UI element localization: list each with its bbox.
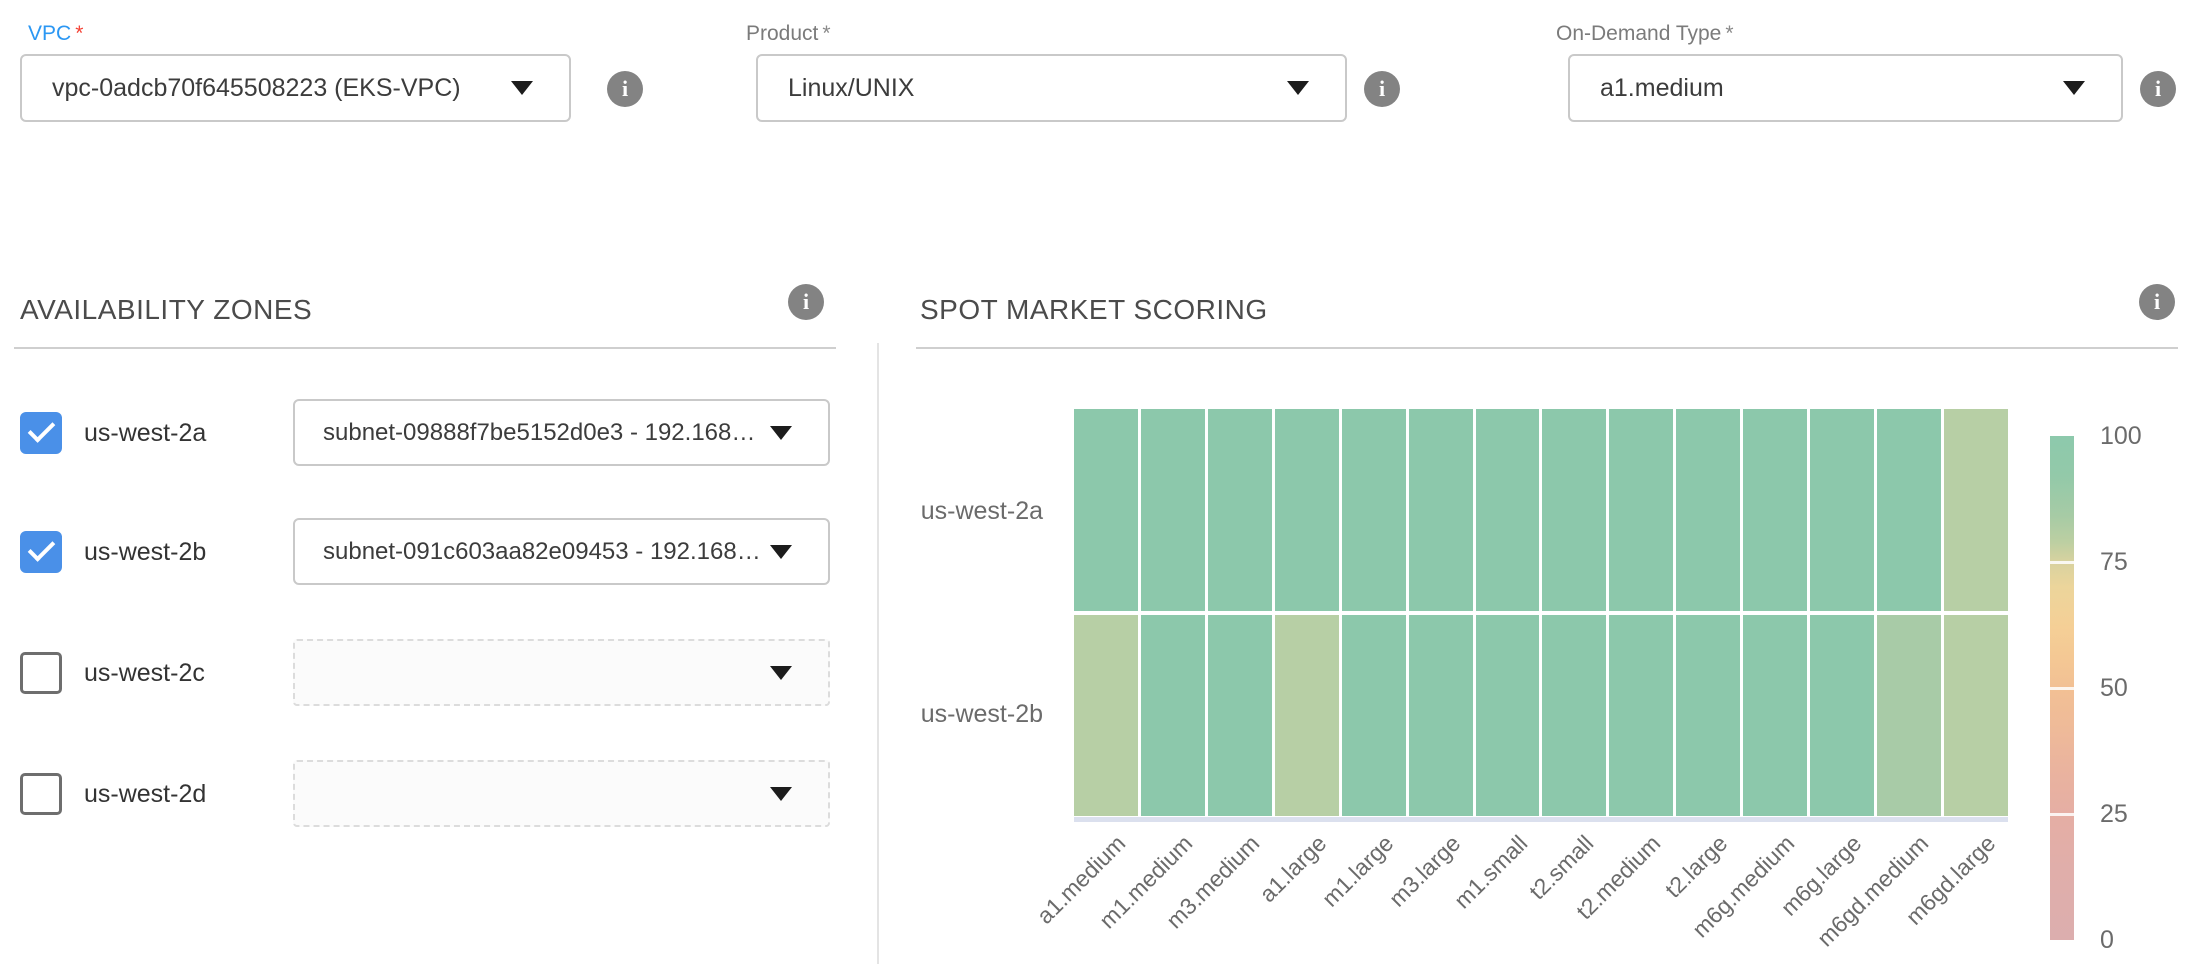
colorbar-tick-25: 25: [2100, 799, 2128, 829]
heatmap-cell-us-west-2a-a1.large: [1275, 409, 1339, 611]
colorbar-tick-75: 75: [2100, 547, 2128, 577]
colorbar-tick-100: 100: [2100, 421, 2142, 451]
spot-market-heatmap: [1074, 409, 2008, 816]
chevron-down-icon: [2063, 81, 2085, 95]
on-demand-type-label: On-Demand Type*: [1556, 22, 1734, 46]
heatmap-cell-us-west-2b-m1.large: [1342, 615, 1406, 817]
spot-market-scoring-title: SPOT MARKET SCORING: [920, 294, 1268, 326]
heatmap-cell-us-west-2a-m6gd.large: [1944, 409, 2008, 611]
heatmap-cell-us-west-2a-m1.large: [1342, 409, 1406, 611]
vpc-label: VPC*: [28, 22, 83, 46]
az-checkbox-us-west-2b[interactable]: [20, 531, 62, 573]
heatmap-cell-us-west-2a-t2.small: [1542, 409, 1606, 611]
availability-zones-divider: [14, 347, 836, 349]
product-label: Product*: [746, 22, 831, 46]
on-demand-info-icon[interactable]: i: [2140, 71, 2176, 107]
heatmap-cell-us-west-2b-m6g.medium: [1743, 615, 1807, 817]
on-demand-type-select[interactable]: a1.medium: [1568, 54, 2123, 122]
chevron-down-icon: [770, 787, 792, 801]
heatmap-colorbar: [2050, 436, 2074, 940]
spot-instance-config-page: VPC* vpc-0adcb70f645508223 (EKS-VPC) i P…: [0, 0, 2196, 964]
heatmap-cell-us-west-2a-m1.small: [1476, 409, 1540, 611]
heatmap-cell-us-west-2b-m1.small: [1476, 615, 1540, 817]
heatmap-cell-us-west-2b-m3.medium: [1208, 615, 1272, 817]
colorbar-tick-50: 50: [2100, 673, 2128, 703]
heatmap-x-axis-line: [1074, 817, 2008, 822]
spot-market-scoring-divider: [916, 347, 2178, 349]
heatmap-column-label-a1.medium: a1.medium: [985, 830, 1131, 964]
az-subnet-select-us-west-2a[interactable]: subnet-09888f7be5152d0e3 - 192.168…: [293, 399, 830, 466]
product-select-value: Linux/UNIX: [788, 56, 914, 120]
heatmap-cell-us-west-2a-m6g.large: [1810, 409, 1874, 611]
check-icon: [28, 415, 56, 443]
heatmap-cell-us-west-2a-t2.large: [1676, 409, 1740, 611]
az-subnet-value: subnet-091c603aa82e09453 - 192.168…: [323, 520, 760, 583]
heatmap-cell-us-west-2a-m3.medium: [1208, 409, 1272, 611]
az-subnet-select-us-west-2d[interactable]: [293, 760, 830, 827]
az-subnet-select-us-west-2c[interactable]: [293, 639, 830, 706]
colorbar-tick-0: 0: [2100, 925, 2114, 955]
az-checkbox-us-west-2a[interactable]: [20, 412, 62, 454]
heatmap-cell-us-west-2b-m6gd.medium: [1877, 615, 1941, 817]
check-icon: [28, 534, 56, 562]
chevron-down-icon: [770, 666, 792, 680]
heatmap-cell-us-west-2a-t2.medium: [1609, 409, 1673, 611]
heatmap-cell-us-west-2b-m1.medium: [1141, 615, 1205, 817]
az-checkbox-us-west-2d[interactable]: [20, 773, 62, 815]
on-demand-required-asterisk: *: [1725, 22, 1733, 45]
vpc-select-value: vpc-0adcb70f645508223 (EKS-VPC): [52, 56, 461, 120]
spot-market-scoring-info-icon[interactable]: i: [2139, 284, 2175, 320]
heatmap-cell-us-west-2b-m6g.large: [1810, 615, 1874, 817]
heatmap-cell-us-west-2b-m6gd.large: [1944, 615, 2008, 817]
colorbar-segment-break: [2050, 561, 2074, 564]
heatmap-cell-us-west-2b-t2.small: [1542, 615, 1606, 817]
heatmap-cell-us-west-2a-a1.medium: [1074, 409, 1138, 611]
section-vertical-divider: [877, 343, 879, 964]
az-checkbox-us-west-2c[interactable]: [20, 652, 62, 694]
colorbar-segment-break: [2050, 687, 2074, 690]
availability-zones-info-icon[interactable]: i: [788, 284, 824, 320]
chevron-down-icon: [770, 545, 792, 559]
chevron-down-icon: [770, 426, 792, 440]
az-zone-label: us-west-2c: [84, 652, 205, 694]
az-zone-label: us-west-2b: [84, 531, 206, 573]
heatmap-cell-us-west-2a-m6g.medium: [1743, 409, 1807, 611]
product-info-icon[interactable]: i: [1364, 71, 1400, 107]
vpc-info-icon[interactable]: i: [607, 71, 643, 107]
heatmap-cell-us-west-2b-a1.large: [1275, 615, 1339, 817]
heatmap-cell-us-west-2a-m3.large: [1409, 409, 1473, 611]
az-zone-label: us-west-2d: [84, 773, 206, 815]
az-zone-label: us-west-2a: [84, 412, 206, 454]
heatmap-cell-us-west-2b-t2.medium: [1609, 615, 1673, 817]
heatmap-cell-us-west-2b-t2.large: [1676, 615, 1740, 817]
heatmap-cell-us-west-2a-m1.medium: [1141, 409, 1205, 611]
az-subnet-value: subnet-09888f7be5152d0e3 - 192.168…: [323, 401, 755, 464]
availability-zones-title: AVAILABILITY ZONES: [20, 294, 312, 326]
on-demand-type-select-value: a1.medium: [1600, 56, 1724, 120]
heatmap-row-label-us-west-2a: us-west-2a: [893, 496, 1043, 526]
heatmap-cell-us-west-2a-m6gd.medium: [1877, 409, 1941, 611]
colorbar-segment-break: [2050, 813, 2074, 816]
heatmap-cell-us-west-2b-a1.medium: [1074, 615, 1138, 817]
product-select[interactable]: Linux/UNIX: [756, 54, 1347, 122]
heatmap-row-label-us-west-2b: us-west-2b: [893, 699, 1043, 729]
heatmap-cell-us-west-2b-m3.large: [1409, 615, 1473, 817]
vpc-required-asterisk: *: [75, 22, 83, 45]
chevron-down-icon: [1287, 81, 1309, 95]
vpc-select[interactable]: vpc-0adcb70f645508223 (EKS-VPC): [20, 54, 571, 122]
product-required-asterisk: *: [822, 22, 830, 45]
az-subnet-select-us-west-2b[interactable]: subnet-091c603aa82e09453 - 192.168…: [293, 518, 830, 585]
chevron-down-icon: [511, 81, 533, 95]
